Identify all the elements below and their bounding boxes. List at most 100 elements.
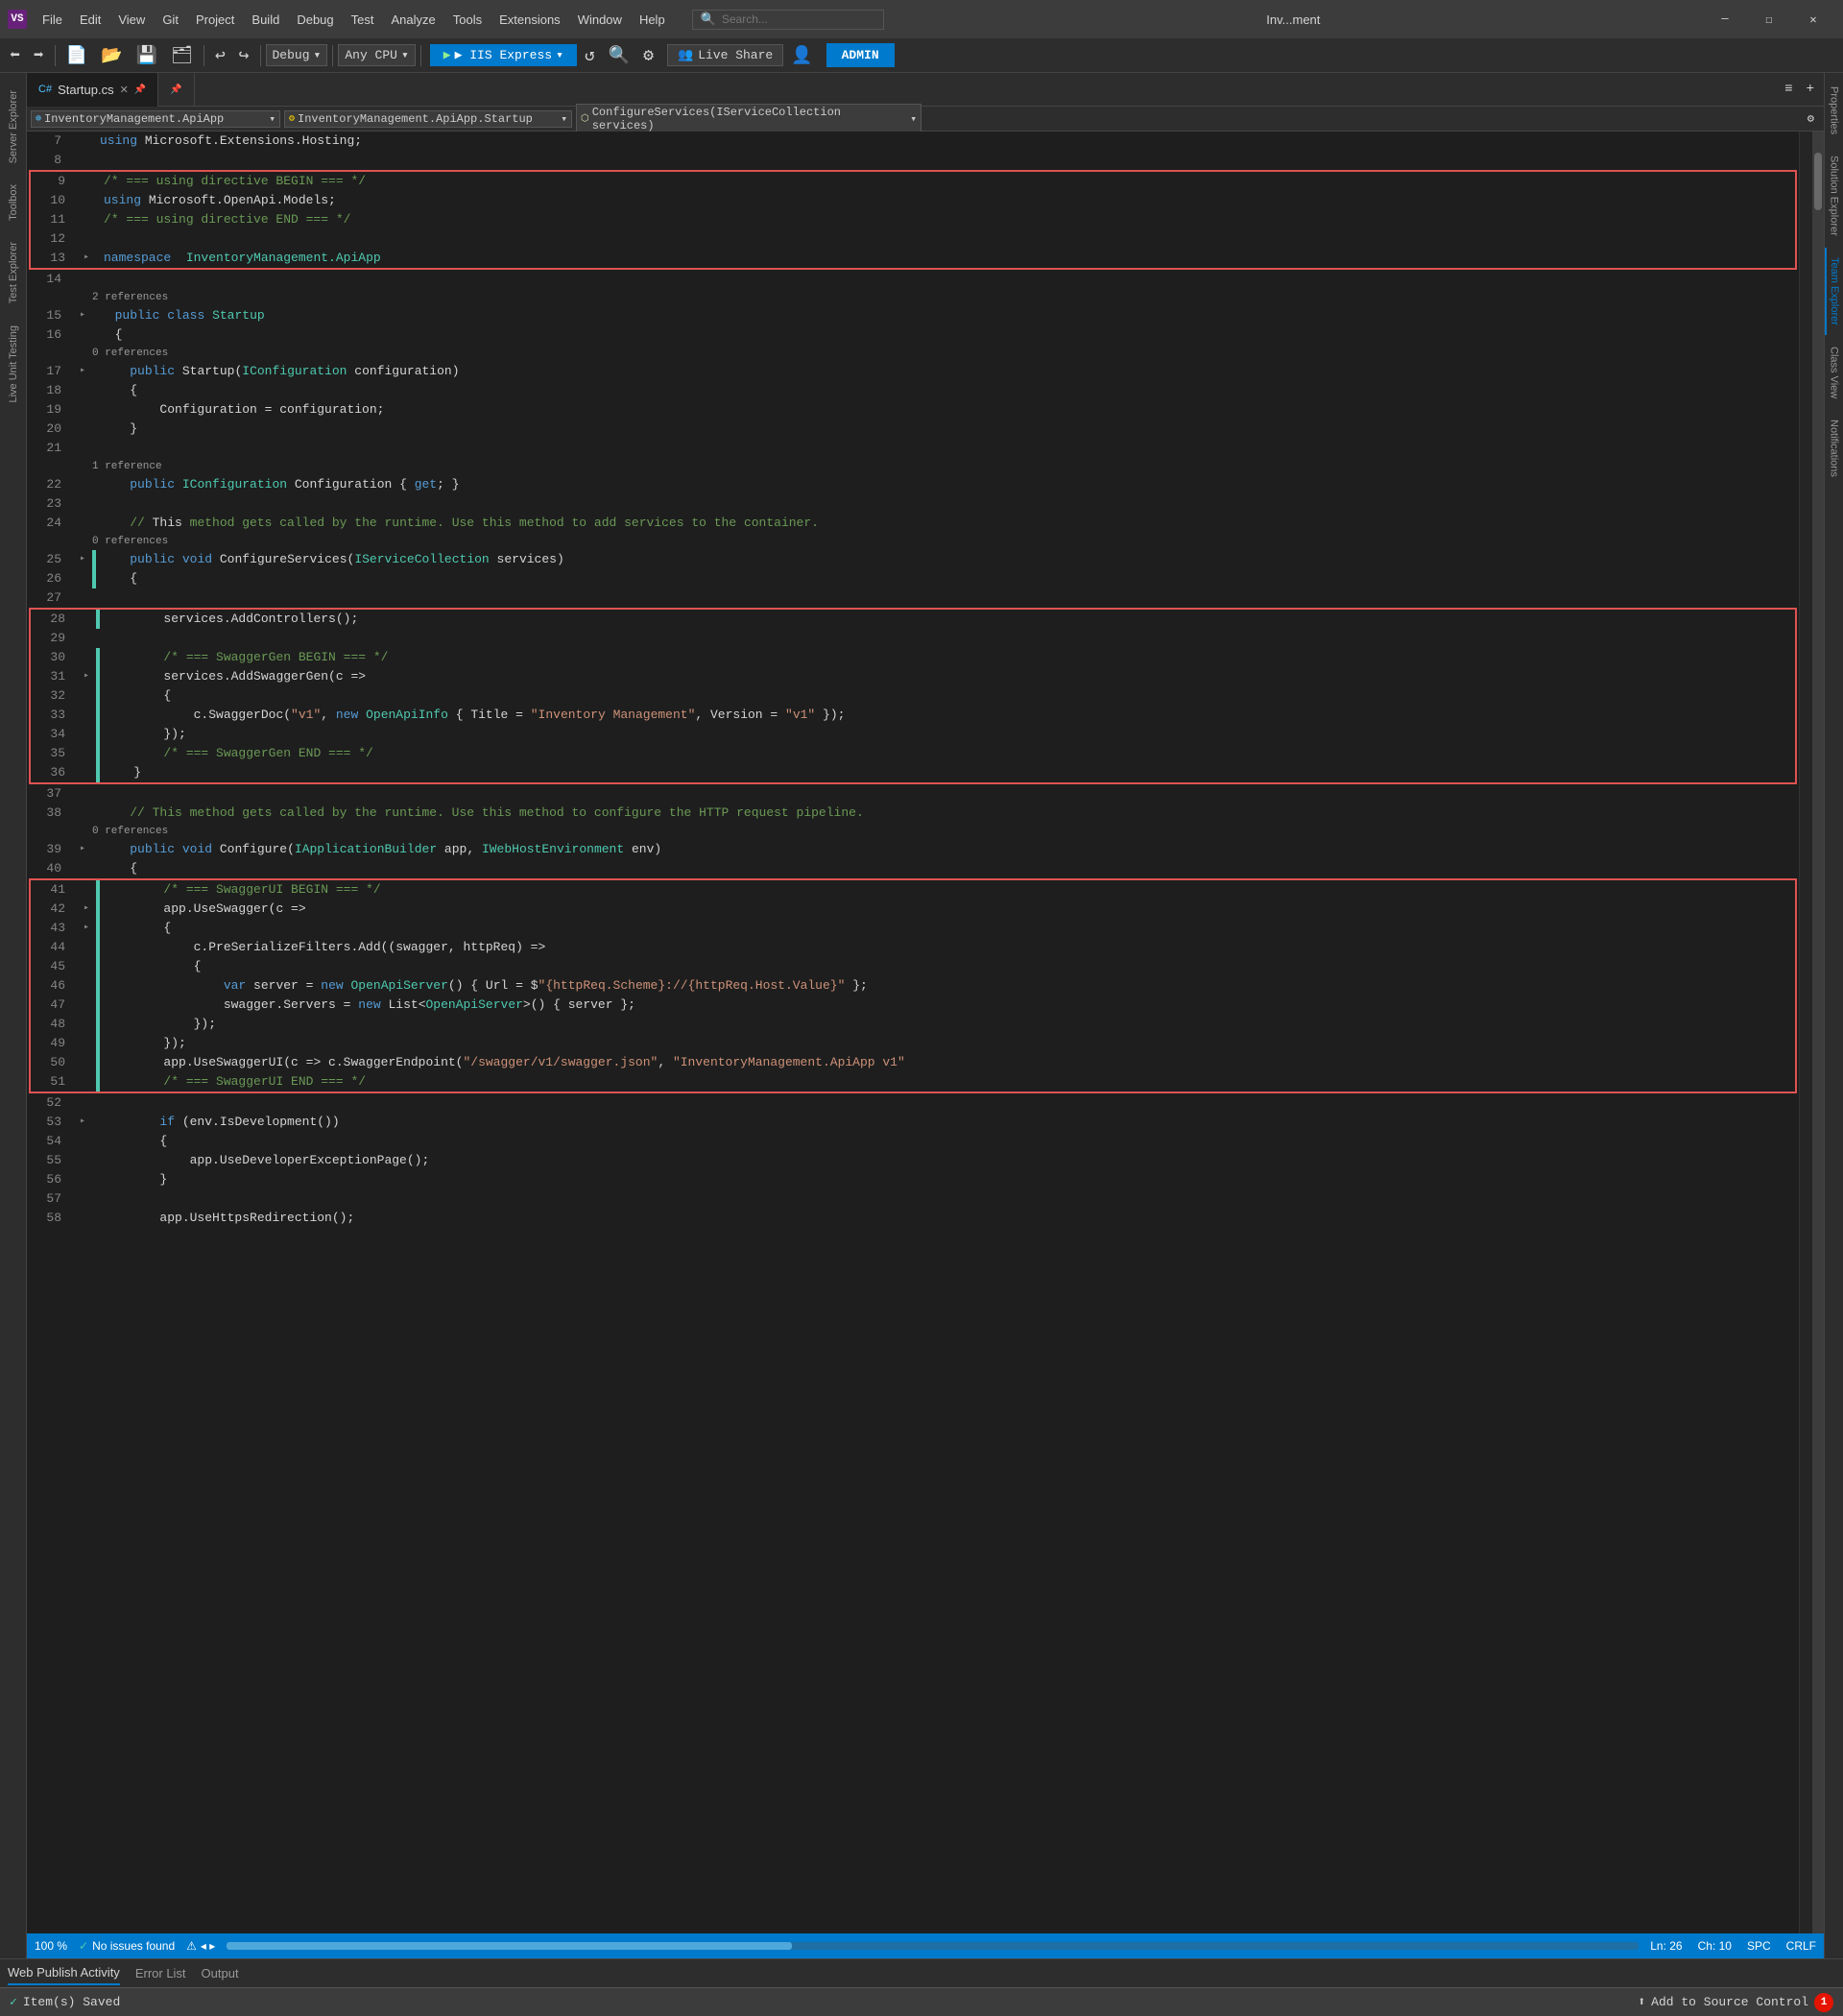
sidebar-tab-team-explorer[interactable]: Team Explorer [1825, 248, 1843, 335]
maximize-button[interactable]: ☐ [1747, 0, 1791, 38]
menu-debug[interactable]: Debug [289, 9, 341, 31]
namespace-dropdown[interactable]: ⊕ InventoryManagement.ApiApp ▾ [31, 110, 280, 128]
cpu-dropdown[interactable]: Any CPU ▾ [338, 44, 415, 66]
menu-test[interactable]: Test [344, 9, 382, 31]
sidebar-tab-solution-explorer[interactable]: Solution Explorer [1826, 146, 1843, 246]
minimize-button[interactable]: ─ [1703, 0, 1747, 38]
save-button[interactable]: 💾 [131, 42, 163, 69]
status-bar: 100 % ✓ No issues found ⚠ ◂ ▸ Ln: 26 Ch:… [27, 1933, 1824, 1958]
collapse-icon-15[interactable]: ▸ [80, 306, 85, 325]
highlight-region-1: 9 /* === using directive BEGIN === */ 10… [29, 170, 1797, 270]
tab-pinned[interactable]: 📌 [158, 73, 194, 107]
code-line-11: 11 /* === using directive END === */ [31, 210, 1795, 229]
collapse-icon-25[interactable]: ▸ [80, 550, 85, 569]
search-toolbar-button[interactable]: 🔍 [603, 42, 635, 69]
live-share-button[interactable]: 👥 Live Share [667, 44, 783, 66]
sidebar-tab-properties[interactable]: Properties [1826, 77, 1843, 144]
tab-startup-cs[interactable]: C# Startup.cs ✕ 📌 [27, 73, 158, 107]
run-button[interactable]: ▶ ▶ IIS Express ▾ [430, 44, 577, 66]
nav-settings-button[interactable]: ⚙ [1802, 108, 1820, 129]
panel-tab-output[interactable]: Output [202, 1962, 239, 1984]
menu-window[interactable]: Window [570, 9, 630, 31]
refresh-button[interactable]: ↺ [579, 42, 601, 69]
scrollbar-h-thumb[interactable] [227, 1942, 791, 1950]
code-line-15: 15 ▸ public class Startup [27, 306, 1799, 325]
menu-extensions[interactable]: Extensions [491, 9, 568, 31]
code-line-49: 49 }); [31, 1034, 1795, 1053]
collapse-icon-31[interactable]: ▸ [84, 667, 89, 686]
redo-button[interactable]: ↪ [233, 42, 255, 69]
ln-status: Ln: 26 [1650, 1939, 1682, 1953]
menu-edit[interactable]: Edit [72, 9, 108, 31]
forward-button[interactable]: ➡ [28, 42, 50, 69]
ch-status: Ch: 10 [1698, 1939, 1732, 1953]
toolbar: ⬅ ➡ 📄 📂 💾 🗂 ↩ ↪ Debug ▾ Any CPU ▾ ▶ ▶ II… [0, 38, 1843, 73]
vs-icon: VS [8, 10, 27, 29]
method-dropdown[interactable]: ⬡ ConfigureServices(IServiceCollection s… [576, 104, 922, 134]
source-control-label[interactable]: Add to Source Control [1651, 1995, 1808, 2009]
menu-analyze[interactable]: Analyze [383, 9, 443, 31]
save-all-button[interactable]: 🗂 [165, 42, 199, 69]
vertical-scrollbar[interactable] [1812, 132, 1824, 1933]
account-button[interactable]: 👤 [785, 42, 818, 69]
debug-config-dropdown[interactable]: Debug ▾ [266, 44, 328, 66]
code-line-53: 53 ▸ if (env.IsDevelopment()) [27, 1113, 1799, 1132]
code-editor[interactable]: 7 using Microsoft.Extensions.Hosting; 8 … [27, 132, 1799, 1933]
menu-view[interactable]: View [110, 9, 153, 31]
code-line-32: 32 { [31, 686, 1795, 706]
undo-button[interactable]: ↩ [209, 42, 231, 69]
new-tab-button[interactable]: + [1801, 79, 1820, 100]
check-icon: ✓ [79, 1939, 88, 1953]
issues-text: No issues found [92, 1939, 175, 1953]
sidebar-tab-test-explorer[interactable]: Test Explorer [4, 232, 23, 313]
class-dropdown[interactable]: ⚙ InventoryManagement.ApiApp.Startup ▾ [284, 110, 572, 128]
admin-button[interactable]: ADMIN [826, 43, 895, 67]
sidebar-tab-class-view[interactable]: Class View [1826, 337, 1843, 408]
code-line-31: 31 ▸ services.AddSwaggerGen(c => [31, 667, 1795, 686]
menu-bar: File Edit View Git Project Build Debug T… [35, 9, 673, 31]
code-line-13: 13 ▸ namespace InventoryManagement.ApiAp… [31, 249, 1795, 268]
menu-git[interactable]: Git [155, 9, 186, 31]
collapse-icon-42[interactable]: ▸ [84, 900, 89, 919]
menu-file[interactable]: File [35, 9, 70, 31]
code-line-38: 38 // This method gets called by the run… [27, 804, 1799, 823]
horizontal-scrollbar[interactable] [227, 1942, 1639, 1950]
collapse-icon-53[interactable]: ▸ [80, 1113, 85, 1132]
open-button[interactable]: 📂 [95, 42, 128, 69]
code-line-29: 29 [31, 629, 1795, 648]
search-box[interactable]: 🔍 [692, 10, 884, 30]
collapse-icon-43[interactable]: ▸ [84, 919, 89, 938]
menu-project[interactable]: Project [188, 9, 242, 31]
sidebar-tab-server-explorer[interactable]: Server Explorer [4, 81, 23, 173]
panel-tab-error-list[interactable]: Error List [135, 1962, 186, 1984]
ref-count-ns: 2 references [27, 289, 1799, 306]
back-button[interactable]: ⬅ [4, 42, 26, 69]
collapse-icon-13[interactable]: ▸ [84, 249, 89, 268]
saved-status: Item(s) Saved [23, 1995, 120, 2009]
crlf-status[interactable]: CRLF [1786, 1939, 1816, 1953]
code-line-44: 44 c.PreSerializeFilters.Add((swagger, h… [31, 938, 1795, 957]
search-input[interactable] [722, 12, 875, 26]
scrollbar-thumb[interactable] [1814, 153, 1822, 210]
sidebar-tab-notifications[interactable]: Notifications [1826, 410, 1843, 487]
notification-badge[interactable]: 1 [1814, 1993, 1833, 2012]
nav-arrows[interactable]: ◂ ▸ [201, 1939, 215, 1953]
nav-bar: ⊕ InventoryManagement.ApiApp ▾ ⚙ Invento… [27, 107, 1824, 132]
sidebar-tab-live-unit[interactable]: Live Unit Testing [4, 316, 23, 413]
tab-close-icon[interactable]: ✕ [120, 84, 129, 96]
panel-tab-web-publish[interactable]: Web Publish Activity [8, 1961, 120, 1985]
code-line-30: 30 /* === SwaggerGen BEGIN === */ [31, 648, 1795, 667]
menu-tools[interactable]: Tools [445, 9, 490, 31]
collapse-icon-17[interactable]: ▸ [80, 362, 85, 381]
sidebar-tab-toolbox[interactable]: Toolbox [4, 175, 23, 230]
menu-build[interactable]: Build [244, 9, 287, 31]
minimap[interactable] [1799, 132, 1812, 1933]
close-button[interactable]: ✕ [1791, 0, 1835, 38]
menu-help[interactable]: Help [632, 9, 673, 31]
new-file-button[interactable]: 📄 [60, 42, 93, 69]
tab-pin-icon[interactable]: 📌 [134, 84, 146, 95]
collapse-icon-39[interactable]: ▸ [80, 840, 85, 859]
tools-toolbar-button[interactable]: ⚙ [637, 42, 659, 69]
zoom-level[interactable]: 100 % [35, 1939, 67, 1953]
tab-list-button[interactable]: ≡ [1779, 79, 1798, 100]
